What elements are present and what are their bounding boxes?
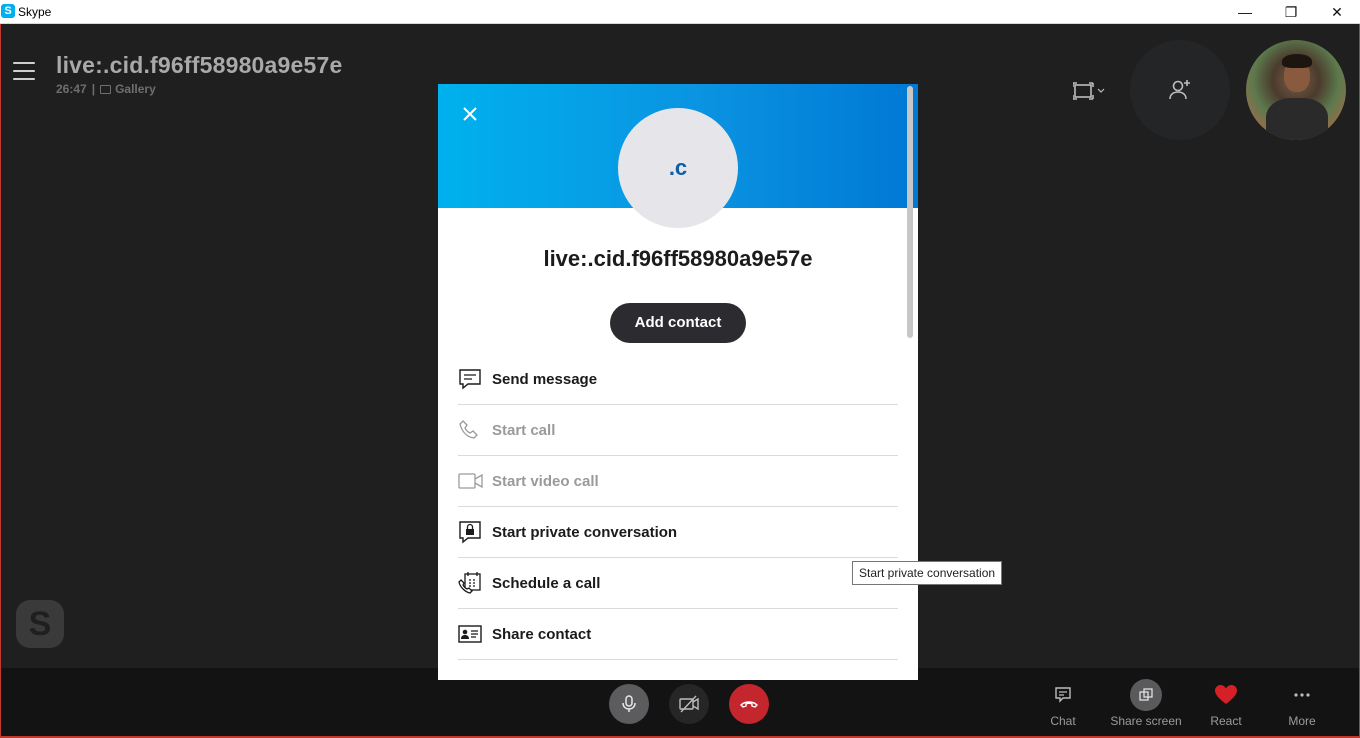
- gallery-icon: [100, 85, 112, 94]
- add-contact-button[interactable]: Add contact: [610, 303, 746, 343]
- self-video-avatar[interactable]: [1246, 40, 1346, 140]
- hamburger-menu-icon[interactable]: [13, 62, 35, 80]
- profile-action-list: Send message Start call Start video call: [458, 354, 898, 680]
- add-participant-button[interactable]: [1130, 40, 1230, 140]
- share-screen-label: Share screen: [1110, 714, 1182, 728]
- contact-name: live:.cid.f96ff58980a9e57e: [543, 246, 813, 271]
- chat-icon: [1055, 687, 1071, 703]
- minimize-button[interactable]: —: [1222, 0, 1268, 24]
- action-label: Start private conversation: [492, 523, 678, 541]
- contact-profile-dialog: .c live:.cid.f96ff58980a9e57e Add contac…: [438, 84, 918, 680]
- close-window-button[interactable]: ✕: [1314, 0, 1360, 24]
- phone-icon: [459, 420, 478, 439]
- action-label: Send message: [492, 370, 598, 388]
- separator: |: [91, 82, 96, 96]
- video-camera-icon: [458, 473, 483, 489]
- schedule-call-action[interactable]: Schedule a call: [458, 558, 898, 609]
- list-item-partial: [458, 660, 898, 680]
- share-screen-tool[interactable]: Share screen: [1106, 678, 1186, 728]
- send-message-action[interactable]: Send message: [458, 354, 898, 405]
- action-label: Schedule a call: [492, 574, 601, 592]
- call-subtitle: 26:47 | Gallery: [56, 82, 156, 96]
- call-title: live:.cid.f96ff58980a9e57e: [56, 52, 343, 78]
- skype-app-icon: S: [1, 4, 15, 18]
- action-label: Start video call: [492, 472, 599, 490]
- share-contact-action[interactable]: Share contact: [458, 609, 898, 660]
- microphone-icon: [622, 695, 636, 712]
- start-video-call-action[interactable]: Start video call: [458, 456, 898, 507]
- more-label: More: [1288, 714, 1316, 728]
- start-call-action[interactable]: Start call: [458, 405, 898, 456]
- add-person-icon: [1169, 80, 1190, 100]
- more-dots-icon: [1294, 693, 1310, 697]
- restore-button[interactable]: ❐: [1268, 0, 1314, 24]
- hang-up-icon: [740, 701, 758, 708]
- start-private-conversation-action[interactable]: Start private conversation: [458, 507, 898, 558]
- react-label: React: [1210, 714, 1242, 728]
- lock-chat-icon: [459, 521, 481, 544]
- react-tool[interactable]: React: [1186, 678, 1266, 728]
- camera-toggle-button[interactable]: [669, 684, 709, 724]
- skype-watermark-logo: S: [16, 600, 64, 648]
- chat-label: Chat: [1050, 714, 1076, 728]
- close-dialog-button[interactable]: [460, 104, 480, 124]
- window-title: Skype: [18, 5, 52, 19]
- heart-icon: [1215, 685, 1237, 704]
- group-icon: [458, 676, 482, 681]
- view-mode-label: Gallery: [115, 82, 156, 96]
- window-titlebar: S Skype — ❐ ✕: [0, 0, 1360, 24]
- close-icon: [463, 107, 477, 121]
- hang-up-button[interactable]: [729, 684, 769, 724]
- video-off-icon: [679, 695, 699, 713]
- action-label: Start call: [492, 421, 556, 439]
- tooltip: Start private conversation: [852, 561, 1003, 585]
- contact-avatar: .c: [618, 108, 738, 228]
- call-duration: 26:47: [56, 82, 87, 96]
- contact-card-icon: [458, 625, 482, 643]
- microphone-button[interactable]: [609, 684, 649, 724]
- share-screen-icon: [1139, 688, 1153, 701]
- layout-focus-icon[interactable]: [1072, 81, 1107, 101]
- chat-tool[interactable]: Chat: [1023, 678, 1103, 728]
- action-label: Share contact: [492, 625, 592, 643]
- more-tool[interactable]: More: [1262, 678, 1342, 728]
- dialog-scrollbar[interactable]: [907, 86, 913, 338]
- calendar-phone-icon: [458, 572, 481, 594]
- message-icon: [459, 369, 481, 390]
